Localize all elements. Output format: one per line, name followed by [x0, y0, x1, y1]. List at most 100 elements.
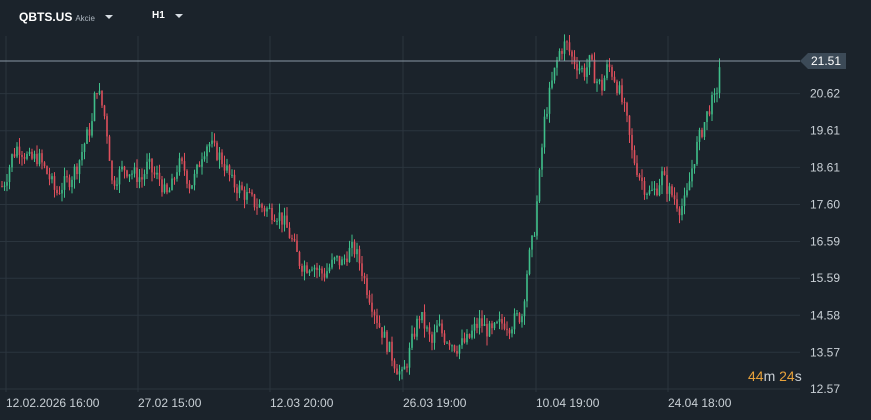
candle-body	[631, 134, 633, 151]
candle-body	[418, 318, 421, 321]
candle-body	[43, 162, 46, 167]
candle-body	[191, 185, 193, 189]
candle-body	[623, 102, 626, 104]
candle-body	[83, 143, 86, 152]
candle-body	[153, 172, 156, 175]
candle-body	[621, 85, 623, 103]
candle-body	[683, 195, 686, 207]
candle-body	[461, 338, 463, 346]
candle-body	[663, 171, 666, 175]
candle-body	[103, 105, 106, 117]
candle-body	[463, 338, 466, 343]
candle-body	[13, 154, 16, 157]
candle-body	[163, 184, 166, 193]
candle-body	[276, 220, 278, 222]
candle-body	[411, 333, 413, 348]
candle-body	[613, 76, 616, 82]
candle-body	[536, 201, 538, 236]
candle-body	[296, 240, 298, 252]
candle-body	[256, 207, 258, 209]
candle-body	[598, 79, 601, 82]
candle-body	[311, 269, 313, 271]
candle-body	[166, 184, 168, 193]
candle-body	[188, 183, 191, 189]
candle-body	[138, 177, 141, 182]
price-chart[interactable]: 21.51 20.62 19.61 18.61 17.60 16.59 15.59 14.5…	[0, 0, 871, 420]
candle-body	[173, 178, 176, 180]
candle-body	[401, 369, 403, 372]
candle-body	[426, 327, 428, 329]
candle-body	[98, 90, 101, 94]
candle-body	[301, 265, 303, 272]
candle-body	[8, 167, 11, 183]
candle-body	[551, 80, 553, 88]
candle-body	[118, 169, 121, 185]
candle-body	[28, 151, 31, 154]
y-tick-label: 15.59	[810, 271, 840, 285]
candle-body	[183, 161, 186, 171]
candle-body	[126, 170, 128, 177]
candle-body	[218, 152, 221, 160]
candle-body	[158, 172, 161, 180]
candle-body	[86, 129, 88, 144]
candle-body	[88, 129, 91, 136]
candle-body	[606, 64, 608, 79]
candle-body	[581, 67, 583, 69]
candle-body	[341, 259, 343, 266]
candle-body	[371, 302, 373, 312]
candle-body	[706, 111, 708, 123]
candle-body	[718, 67, 721, 93]
candle-body	[483, 323, 486, 327]
candle-body	[431, 334, 433, 343]
candle-body	[603, 78, 606, 91]
candle-body	[303, 265, 306, 272]
candle-body	[506, 328, 508, 330]
candle-body	[243, 189, 246, 200]
candle-body	[141, 177, 143, 180]
candle-body	[511, 329, 513, 334]
candle-body	[51, 176, 53, 180]
candle-body	[238, 185, 241, 194]
candle-body	[451, 345, 453, 347]
x-tick-label: 12.03 20:00	[270, 396, 334, 410]
candle-body	[241, 185, 243, 190]
candle-body	[448, 342, 451, 346]
candle-body	[516, 313, 518, 315]
candle-body	[343, 258, 346, 260]
candle-body	[331, 259, 333, 268]
candle-body	[471, 330, 473, 338]
candle-body	[38, 153, 41, 165]
candle-body	[711, 95, 713, 115]
candle-body	[316, 267, 318, 270]
candle-body	[258, 204, 261, 208]
candle-body	[413, 333, 416, 337]
candle-body	[393, 360, 396, 369]
candle-body	[593, 59, 596, 84]
candle-body	[206, 146, 208, 157]
candle-body	[178, 158, 181, 173]
candle-body	[638, 174, 641, 178]
candle-body	[283, 215, 286, 225]
candle-body	[236, 187, 238, 194]
candle-body	[168, 190, 171, 193]
candle-body	[36, 153, 38, 165]
candle-body	[31, 151, 33, 159]
candle-body	[23, 156, 26, 159]
candle-body	[611, 67, 613, 77]
candle-body	[363, 275, 366, 279]
candle-body	[226, 165, 228, 171]
candle-body	[388, 341, 391, 352]
candle-body	[336, 255, 338, 258]
candle-body	[498, 318, 501, 322]
candle-body	[253, 194, 256, 208]
x-tick-label: 12.02.2026 16:00	[6, 396, 100, 410]
candle-body	[563, 41, 566, 54]
candle-body	[521, 316, 523, 323]
x-tick-label: 10.04 19:00	[536, 396, 600, 410]
candle-body	[201, 159, 203, 167]
candle-body	[481, 318, 483, 327]
y-axis: 20.62 19.61 18.61 17.60 16.59 15.59 14.58 13.57…	[810, 87, 840, 396]
candle-body	[666, 174, 668, 194]
candle-body	[436, 325, 438, 333]
candle-body	[646, 193, 648, 195]
